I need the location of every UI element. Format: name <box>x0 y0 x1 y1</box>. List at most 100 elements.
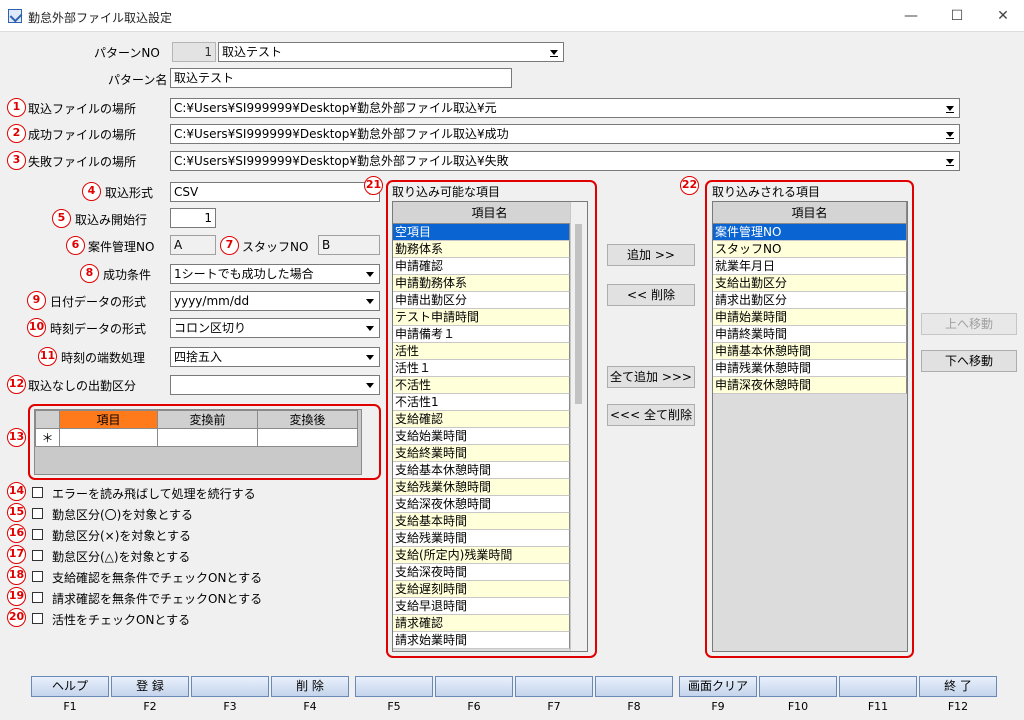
list-item[interactable]: 支給残業時間 <box>393 530 570 547</box>
list-item[interactable]: 不活性 <box>393 377 570 394</box>
list-item[interactable]: 申請勤務体系 <box>393 275 570 292</box>
function-key-number: F2 <box>143 700 157 713</box>
list-item[interactable]: 支給深夜時間 <box>393 564 570 581</box>
time-format-select[interactable]: コロン区切り <box>170 318 380 338</box>
maximize-button[interactable]: ☐ <box>934 0 980 32</box>
move-down-button[interactable]: 下へ移動 <box>921 350 1017 372</box>
imported-header: 項目名 <box>713 202 907 224</box>
close-button[interactable]: ✕ <box>980 0 1024 32</box>
list-item[interactable]: 不活性1 <box>393 394 570 411</box>
callout-marker: 13 <box>7 428 26 447</box>
option-checkbox[interactable] <box>32 550 43 561</box>
date-format-select[interactable]: yyyy/mm/dd <box>170 291 380 311</box>
list-item[interactable]: 支給遅刻時間 <box>393 581 570 598</box>
pattern-name-input[interactable]: 取込テスト <box>170 68 512 88</box>
col-header-before[interactable]: 変換前 <box>157 410 258 429</box>
function-key-button[interactable] <box>839 676 917 697</box>
table-cell[interactable] <box>59 428 158 447</box>
list-item[interactable]: 活性 <box>393 343 570 360</box>
success-location-select[interactable]: C:¥Users¥SI999999¥Desktop¥勤怠外部ファイル取込¥成功 <box>170 124 960 144</box>
option-checkbox[interactable] <box>32 592 43 603</box>
callout-marker: 11 <box>38 347 57 366</box>
table-cell[interactable] <box>257 428 358 447</box>
list-item[interactable]: 申請出勤区分 <box>393 292 570 309</box>
list-item[interactable]: 申請終業時間 <box>713 326 907 343</box>
list-item[interactable]: スタッフNO <box>713 241 907 258</box>
fail-location-select[interactable]: C:¥Users¥SI999999¥Desktop¥勤怠外部ファイル取込¥失敗 <box>170 151 960 171</box>
list-item[interactable]: 支給出勤区分 <box>713 275 907 292</box>
import-format-value: CSV <box>174 185 199 199</box>
pattern-select[interactable]: 取込テスト <box>218 42 564 62</box>
function-key-button[interactable]: ヘルプ <box>31 676 109 697</box>
list-item[interactable]: 請求出勤区分 <box>713 292 907 309</box>
move-up-button[interactable]: 上へ移動 <box>921 313 1017 335</box>
add-button[interactable]: 追加 >> <box>607 244 695 266</box>
row-header-corner <box>35 410 60 429</box>
callout-marker: 5 <box>52 209 71 228</box>
callout-marker: 9 <box>27 291 46 310</box>
case-no-input[interactable]: A <box>170 235 216 255</box>
list-item[interactable]: 請求始業時間 <box>393 632 570 649</box>
list-item[interactable]: 就業年月日 <box>713 258 907 275</box>
option-checkbox[interactable] <box>32 571 43 582</box>
list-item[interactable]: 支給確認 <box>393 411 570 428</box>
function-key-button[interactable]: 画面クリア <box>679 676 757 697</box>
scrollbar-thumb[interactable] <box>575 224 582 404</box>
option-label: 請求確認を無条件でチェックONとする <box>52 592 263 606</box>
function-key-button[interactable] <box>355 676 433 697</box>
import-format-select[interactable]: CSV <box>170 182 380 202</box>
list-item[interactable]: 活性１ <box>393 360 570 377</box>
function-key-button[interactable]: 終 了 <box>919 676 997 697</box>
success-condition-select[interactable]: 1シートでも成功した場合 <box>170 264 380 284</box>
list-item[interactable]: 空項目 <box>393 224 570 241</box>
col-header-after[interactable]: 変換後 <box>257 410 358 429</box>
import-location-select[interactable]: C:¥Users¥SI999999¥Desktop¥勤怠外部ファイル取込¥元 <box>170 98 960 118</box>
function-key-button[interactable]: 削 除 <box>271 676 349 697</box>
option-label: 勤怠区分(△)を対象とする <box>52 550 191 564</box>
list-item[interactable]: 申請残業休憩時間 <box>713 360 907 377</box>
list-item[interactable]: 支給深夜休憩時間 <box>393 496 570 513</box>
list-item[interactable]: 支給基本休憩時間 <box>393 462 570 479</box>
list-item[interactable]: 申請確認 <box>393 258 570 275</box>
list-item[interactable]: 申請備考１ <box>393 326 570 343</box>
no-import-category-select[interactable] <box>170 375 380 395</box>
table-cell[interactable] <box>157 428 258 447</box>
list-item[interactable]: 申請基本休憩時間 <box>713 343 907 360</box>
col-header-item[interactable]: 項目 <box>59 410 158 429</box>
list-item[interactable]: 支給終業時間 <box>393 445 570 462</box>
list-item[interactable]: 勤務体系 <box>393 241 570 258</box>
list-item[interactable]: テスト申請時間 <box>393 309 570 326</box>
list-item[interactable]: 案件管理NO <box>713 224 907 241</box>
function-key-button[interactable] <box>435 676 513 697</box>
imported-list[interactable]: 項目名 案件管理NO スタッフNO 就業年月日 支給出勤区分 請求出勤区分 申請始業時間申… <box>712 201 908 652</box>
option-checkbox[interactable] <box>32 529 43 540</box>
time-format-value: コロン区切り <box>174 321 247 335</box>
list-item[interactable]: 支給(所定内)残業時間 <box>393 547 570 564</box>
list-item[interactable]: 申請深夜休憩時間 <box>713 377 907 394</box>
function-key-button[interactable] <box>191 676 269 697</box>
success-location-value: C:¥Users¥SI999999¥Desktop¥勤怠外部ファイル取込¥成功 <box>174 127 509 141</box>
list-item[interactable]: 支給基本時間 <box>393 513 570 530</box>
remove-button[interactable]: << 削除 <box>607 284 695 306</box>
list-item[interactable]: 支給残業休憩時間 <box>393 479 570 496</box>
list-item[interactable]: 支給早退時間 <box>393 598 570 615</box>
rounding-select[interactable]: 四捨五入 <box>170 347 380 367</box>
scrollbar[interactable] <box>570 202 587 651</box>
no-import-category-label: 取込なしの出勤区分 <box>28 379 137 393</box>
list-item[interactable]: 支給始業時間 <box>393 428 570 445</box>
option-checkbox[interactable] <box>32 613 43 624</box>
remove-all-button[interactable]: <<< 全て削除 <box>607 404 695 426</box>
function-key-button[interactable] <box>515 676 593 697</box>
list-item[interactable]: 申請始業時間 <box>713 309 907 326</box>
function-key-button[interactable]: 登 録 <box>111 676 189 697</box>
option-checkbox[interactable] <box>32 487 43 498</box>
function-key-button[interactable] <box>759 676 837 697</box>
function-key-button[interactable] <box>595 676 673 697</box>
option-checkbox[interactable] <box>32 508 43 519</box>
available-list[interactable]: 項目名 空項目 勤務体系 申請確認 申請勤務体系 申請出勤区分 テスト申請時間 申請備考１ 活… <box>392 201 588 652</box>
start-row-input[interactable]: 1 <box>170 208 216 228</box>
staff-no-input[interactable]: B <box>318 235 380 255</box>
add-all-button[interactable]: 全て追加 >>> <box>607 366 695 388</box>
minimize-button[interactable]: — <box>888 0 934 32</box>
list-item[interactable]: 請求確認 <box>393 615 570 632</box>
